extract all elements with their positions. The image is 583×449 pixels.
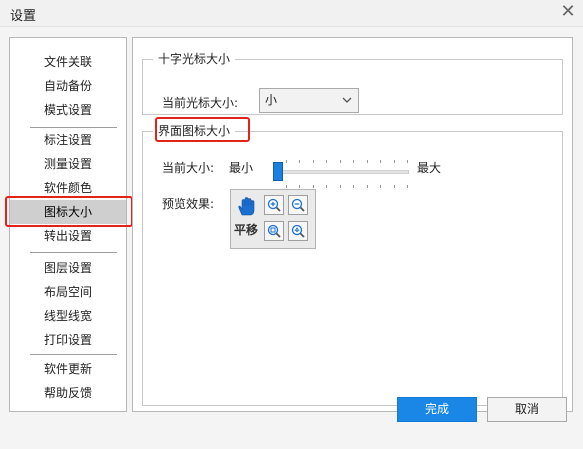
cancel-button[interactable]: 取消 — [487, 397, 567, 422]
nav-item-software-color[interactable]: 软件颜色 — [10, 176, 126, 200]
current-size-label: 当前大小: — [162, 161, 215, 175]
nav-item-layout-space[interactable]: 布局空间 — [10, 280, 126, 304]
close-icon[interactable]: ✕ — [557, 1, 579, 23]
icon-size-legend: 界面图标大小 — [158, 124, 231, 138]
icon-size-group: 界面图标大小 当前大小: 最小 最大 预览效果: 平移 — [142, 124, 563, 406]
nav-item-layer-settings[interactable]: 图层设置 — [10, 256, 126, 280]
nav-separator — [30, 252, 117, 253]
zoom-window-icon — [264, 221, 284, 241]
nav-item-measure-settings[interactable]: 测量设置 — [10, 152, 126, 176]
dialog-title: 设置 — [10, 9, 37, 24]
nav-item-mode-settings[interactable]: 模式设置 — [10, 98, 126, 122]
zoom-in-icon — [264, 195, 284, 215]
slider-min-label: 最小 — [229, 161, 254, 175]
pan-label: 平移 — [234, 223, 259, 237]
crosshair-size-group: 十字光标大小 当前光标大小: 小 — [142, 52, 563, 115]
title-bar: 设置 ✕ — [0, 0, 583, 27]
nav-group-2: 标注设置 测量设置 软件颜色 图标大小 转出设置 — [10, 128, 126, 248]
cursor-size-select[interactable]: 小 — [259, 88, 359, 113]
slider-track — [273, 170, 409, 174]
nav-group-3: 图层设置 布局空间 线型线宽 打印设置 — [10, 256, 126, 352]
nav-item-export-settings[interactable]: 转出设置 — [10, 224, 126, 248]
nav-item-linetype-width[interactable]: 线型线宽 — [10, 304, 126, 328]
nav-item-help-feedback[interactable]: 帮助反馈 — [10, 381, 126, 405]
nav-item-print-settings[interactable]: 打印设置 — [10, 328, 126, 352]
settings-content: 十字光标大小 当前光标大小: 小 界面图标大小 当前大小: 最小 最大 预览效果… — [132, 37, 573, 412]
dialog-body: 文件关联 自动备份 模式设置 标注设置 测量设置 软件颜色 图标大小 转出设置 … — [0, 27, 583, 449]
nav-item-icon-size[interactable]: 图标大小 — [10, 200, 126, 224]
settings-nav: 文件关联 自动备份 模式设置 标注设置 测量设置 软件颜色 图标大小 转出设置 … — [9, 37, 127, 412]
slider-thumb[interactable] — [273, 162, 283, 181]
zoom-realtime-icon — [288, 221, 308, 241]
preview-box: 平移 — [230, 189, 316, 249]
zoom-out-icon — [288, 195, 308, 215]
nav-separator — [30, 354, 117, 355]
cursor-size-value: 小 — [265, 93, 278, 107]
slider-max-label: 最大 — [417, 161, 442, 175]
hand-icon — [238, 197, 255, 216]
chevron-down-icon — [342, 97, 352, 103]
nav-item-annotation-settings[interactable]: 标注设置 — [10, 128, 126, 152]
nav-group-4: 软件更新 帮助反馈 — [10, 357, 126, 405]
nav-item-software-update[interactable]: 软件更新 — [10, 357, 126, 381]
preview-label: 预览效果: — [162, 197, 215, 211]
crosshair-size-legend: 十字光标大小 — [158, 52, 231, 66]
nav-group-1: 文件关联 自动备份 模式设置 — [10, 50, 126, 122]
nav-item-file-association[interactable]: 文件关联 — [10, 50, 126, 74]
done-button[interactable]: 完成 — [397, 397, 477, 422]
current-cursor-size-label: 当前光标大小: — [162, 96, 239, 110]
nav-item-auto-backup[interactable]: 自动备份 — [10, 74, 126, 98]
